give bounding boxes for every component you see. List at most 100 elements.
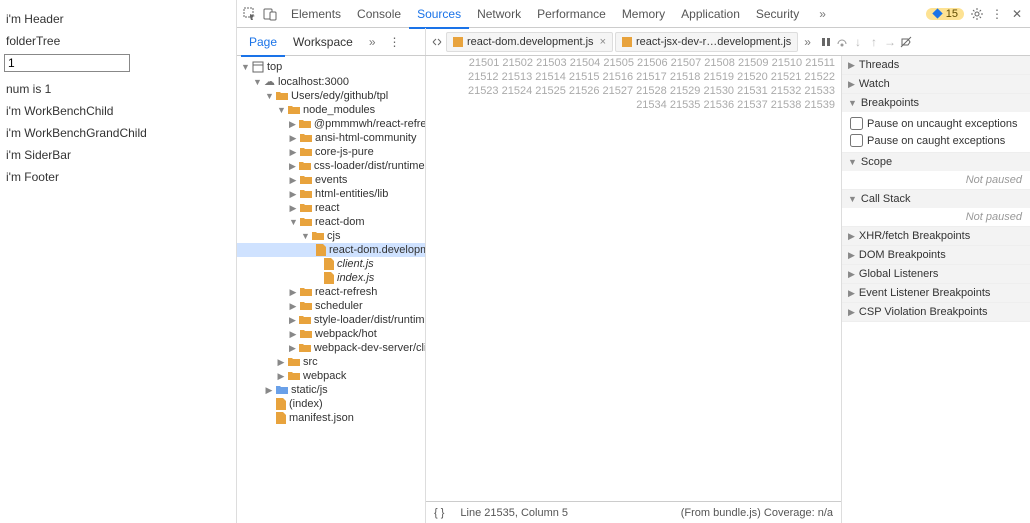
file-icon [316,244,326,256]
device-toggle-icon[interactable] [263,7,277,21]
tree-item-label: cjs [327,230,340,242]
tree-item[interactable]: ▼☁localhost:3000 [237,74,425,89]
tree-item[interactable]: ▼node_modules [237,103,425,117]
tree-item[interactable]: ▶@pmmmwh/react-refres [237,117,425,131]
tab-performance[interactable]: Performance [529,1,614,27]
issues-badge[interactable]: 15 [926,8,964,20]
tree-item[interactable]: ▶webpack/hot [237,327,425,341]
threads-section[interactable]: ▶Threads [842,56,1030,74]
tree-item-label: Users/edy/github/tpl [291,90,388,102]
close-icon[interactable]: × [600,36,606,48]
tree-item[interactable]: index.js [237,271,425,285]
tree-item[interactable]: ▶style-loader/dist/runtim [237,313,425,327]
debug-pause-icon[interactable] [819,35,833,49]
tree-item[interactable]: ▶react [237,201,425,215]
disclosure-icon: ▶ [289,301,297,312]
settings-icon[interactable] [970,7,984,21]
scope-not-paused: Not paused [842,171,1030,189]
tree-item-label: manifest.json [289,412,354,424]
tree-item-label: @pmmmwh/react-refres [314,118,426,130]
global-listeners-section[interactable]: ▶Global Listeners [842,265,1030,283]
issues-count: 15 [946,8,958,20]
tree-item[interactable]: (index) [237,397,425,411]
tab-console[interactable]: Console [349,1,409,27]
cursor-position: Line 21535, Column 5 [460,507,568,519]
watch-section[interactable]: ▶Watch [842,75,1030,93]
tree-item[interactable]: react-dom.developm [237,243,425,257]
tree-item-label: react-dom [315,216,365,228]
event-listener-bp-section[interactable]: ▶Event Listener Breakpoints [842,284,1030,302]
pause-uncaught-checkbox[interactable]: Pause on uncaught exceptions [850,115,1022,132]
tree-item[interactable]: ▶html-entities/lib [237,187,425,201]
folder-icon [300,133,312,143]
folder-icon [299,119,311,129]
cloud-icon: ☁ [264,75,275,88]
tab-security[interactable]: Security [748,1,807,27]
folder-icon [288,371,300,381]
file-nav-icon[interactable] [430,35,444,49]
filetab[interactable]: react-jsx-dev-r…development.js [615,32,798,52]
code-editor[interactable]: 21501 21502 21503 21504 21505 21506 2150… [426,56,842,523]
tree-item[interactable]: ▼cjs [237,229,425,243]
app-preview-pane: i'm Header folderTree num is 1 i'm WorkB… [0,0,237,523]
tree-item[interactable]: ▶css-loader/dist/runtime [237,159,425,173]
folder-icon [300,189,312,199]
tree-item[interactable]: client.js [237,257,425,271]
scope-section[interactable]: ▼Scope [842,153,1030,171]
disclosure-icon: ▶ [289,175,297,186]
tree-item[interactable]: ▼Users/edy/github/tpl [237,89,425,103]
tree-item[interactable]: ▶webpack-dev-server/cli [237,341,425,355]
tree-item[interactable]: ▶src [237,355,425,369]
close-devtools-icon[interactable]: ✕ [1010,7,1024,21]
tree-item[interactable]: ▶ansi-html-community [237,131,425,145]
inspect-icon[interactable] [243,7,257,21]
breakpoints-section[interactable]: ▼Breakpoints [842,94,1030,112]
tree-item[interactable]: ▼top [237,60,425,74]
callstack-section[interactable]: ▼Call Stack [842,190,1030,208]
subtab-workspace[interactable]: Workspace [285,29,361,55]
tree-item[interactable]: ▶scheduler [237,299,425,313]
tab-sources[interactable]: Sources [409,1,469,29]
tree-item[interactable]: manifest.json [237,411,425,425]
tree-item-label: webpack [303,370,346,382]
more-filetabs-icon[interactable]: » [800,35,815,49]
more-tabs-icon[interactable]: » [813,7,832,21]
tab-application[interactable]: Application [673,1,748,27]
filetab[interactable]: react-dom.development.js× [446,32,613,52]
tree-item-label: react-dom.developm [329,244,426,256]
tree-item-label: react [315,202,339,214]
folder-icon [300,147,312,157]
debug-step-icon[interactable]: → [883,35,897,49]
subpanel-menu-icon[interactable]: ⋮ [388,35,402,49]
tree-item[interactable]: ▼react-dom [237,215,425,229]
folder-blue-icon [276,385,288,395]
subtab-page[interactable]: Page [241,29,285,57]
debug-step-into-icon[interactable]: ↓ [851,35,865,49]
tree-item-label: react-refresh [315,286,377,298]
tab-network[interactable]: Network [469,1,529,27]
xhr-breakpoints-section[interactable]: ▶XHR/fetch Breakpoints [842,227,1030,245]
app-num-text: num is 1 [4,78,232,100]
pause-caught-checkbox[interactable]: Pause on caught exceptions [850,132,1022,149]
disclosure-icon: ▶ [289,315,296,326]
file-icon [276,412,286,424]
tab-elements[interactable]: Elements [283,1,349,27]
more-subtabs-icon[interactable]: » [365,35,380,49]
tree-item[interactable]: ▶core-js-pure [237,145,425,159]
tab-memory[interactable]: Memory [614,1,673,27]
debug-step-over-icon[interactable] [835,35,849,49]
braces-icon[interactable]: { } [434,507,444,519]
debug-step-out-icon[interactable]: ↑ [867,35,881,49]
folder-icon [300,175,312,185]
tree-item[interactable]: ▶events [237,173,425,187]
csp-violation-bp-section[interactable]: ▶CSP Violation Breakpoints [842,303,1030,321]
tree-item[interactable]: ▶webpack [237,369,425,383]
deactivate-breakpoints-icon[interactable] [899,35,913,49]
tree-item[interactable]: ▶react-refresh [237,285,425,299]
kebab-menu-icon[interactable]: ⋮ [990,7,1004,21]
tree-item-label: static/js [291,384,328,396]
dom-breakpoints-section[interactable]: ▶DOM Breakpoints [842,246,1030,264]
tree-item[interactable]: ▶static/js [237,383,425,397]
app-number-input[interactable] [4,54,130,72]
file-tree[interactable]: ▼top▼☁localhost:3000▼Users/edy/github/tp… [237,56,426,523]
